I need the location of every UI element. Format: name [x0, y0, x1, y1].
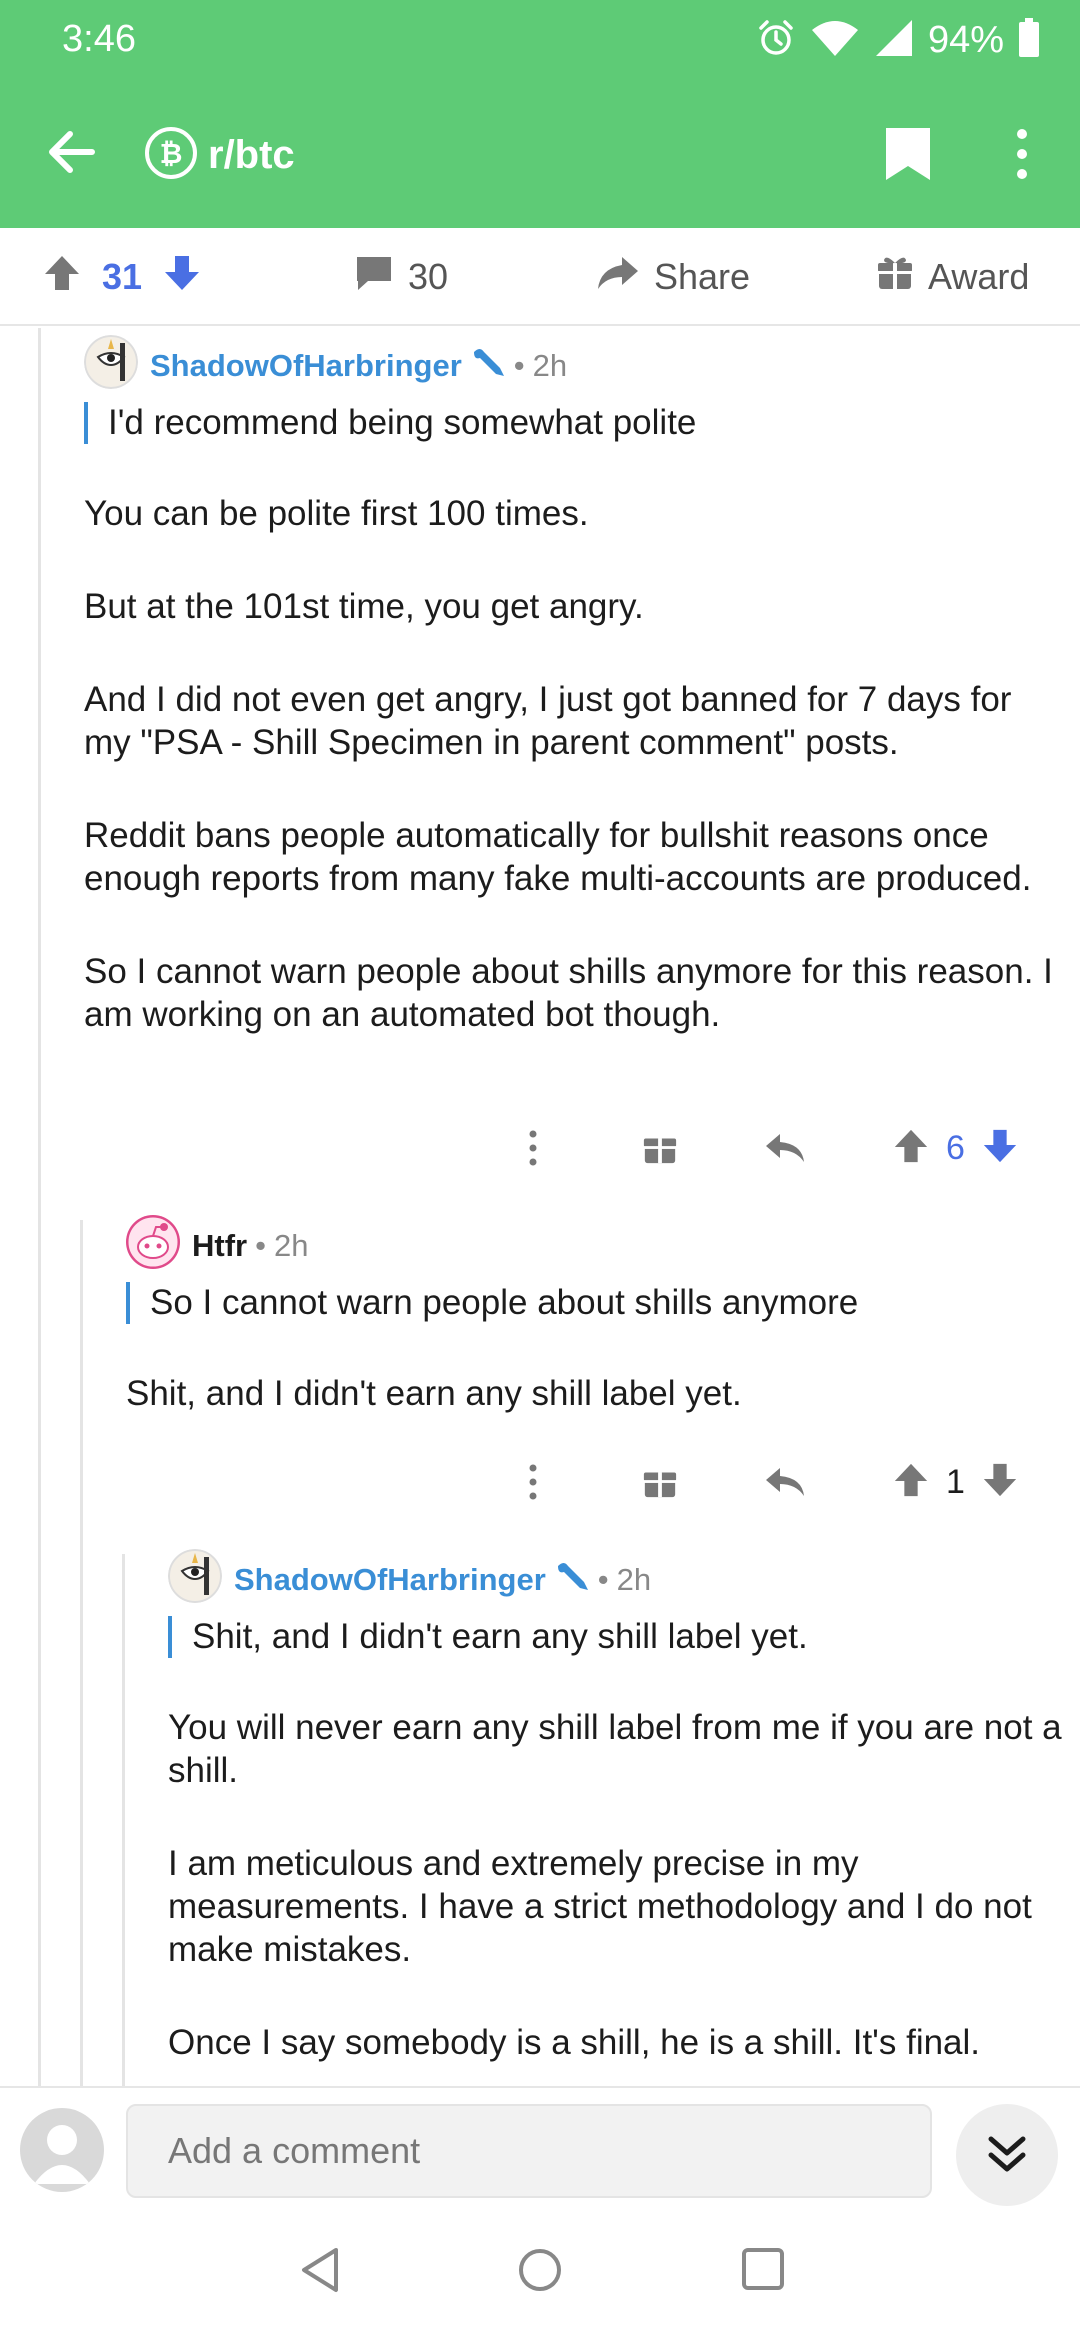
comment-paragraph: You will never earn any shill label from… [168, 1708, 1062, 1790]
downvote-icon[interactable] [981, 1461, 1019, 1504]
comment-paragraph: And I did not even get angry, I just got… [84, 680, 1012, 762]
wrench-icon [554, 1560, 590, 1600]
nav-recents-icon[interactable] [740, 2246, 786, 2297]
comment-bar: Add a comment [0, 2086, 1080, 2206]
upvote-icon[interactable] [42, 253, 82, 302]
comment-paragraph: You can be polite first 100 times. [84, 494, 589, 533]
battery-icon [1018, 17, 1040, 63]
nav-back-icon[interactable] [298, 2246, 342, 2299]
share-arrow-icon [596, 253, 640, 302]
comment-age: 2h [273, 1228, 309, 1263]
gift-icon [876, 254, 914, 301]
comment-paragraph: I am meticulous and extremely precise in… [168, 1844, 1032, 1969]
separator-dot: • [255, 1228, 266, 1263]
thread-line-depth-3[interactable] [122, 1554, 125, 2086]
avatar[interactable] [168, 1549, 234, 1611]
user-avatar[interactable] [20, 2108, 104, 2192]
gift-icon[interactable] [642, 1118, 678, 1178]
alarm-icon [756, 18, 796, 63]
svg-text:₿: ₿ [160, 138, 183, 169]
comment-age: 2h [532, 348, 568, 383]
app-bar: ₿ r/btc [0, 110, 1080, 194]
wifi-icon [810, 18, 860, 63]
comment-header: ShadowOfHarbringer • 2h [84, 335, 1064, 392]
gift-icon[interactable] [642, 1452, 678, 1512]
collapse-chevron-icon[interactable] [956, 2104, 1058, 2206]
comment-author[interactable]: ShadowOfHarbringer [150, 348, 462, 384]
comment-quote: So I cannot warn people about shills any… [126, 1282, 1066, 1324]
signal-icon [874, 18, 914, 63]
comment-author[interactable]: ShadowOfHarbringer [234, 1562, 546, 1598]
thread-line-depth-2[interactable] [80, 1220, 83, 2086]
comment-age: 2h [616, 1562, 652, 1597]
bitcoin-icon: ₿ [144, 126, 198, 185]
downvote-icon[interactable] [162, 253, 202, 302]
add-comment-input[interactable]: Add a comment [126, 2104, 932, 2198]
post-vote-group: 31 [42, 228, 202, 326]
post-score: 31 [102, 256, 143, 297]
comment-header: ShadowOfHarbringer • 2h [168, 1549, 1068, 1606]
status-bar: 3:46 94% [0, 0, 1080, 80]
comment-bubble-icon [354, 253, 394, 302]
comment-header: Htfr • 2h [125, 1214, 1066, 1272]
thread-line-depth-1[interactable] [38, 328, 41, 2086]
back-arrow-icon[interactable] [44, 124, 100, 180]
comments-count-button[interactable]: 30 [354, 228, 448, 326]
bookmark-icon[interactable] [884, 126, 932, 187]
comment: Htfr • 2h So I cannot warn people about … [125, 1214, 1066, 1415]
comment-paragraph: So I cannot warn people about shills any… [84, 952, 1053, 1034]
subreddit-title[interactable]: ₿ r/btc [144, 126, 295, 185]
comment-paragraph: Shit, and I didn't earn any shill label … [126, 1374, 742, 1413]
comment-quote: Shit, and I didn't earn any shill label … [168, 1616, 1068, 1658]
app-header: 3:46 94% ₿ r/btc [0, 0, 1080, 228]
more-vertical-icon[interactable] [1004, 126, 1040, 187]
comment-score: 6 [946, 1128, 965, 1167]
comment-thread: ShadowOfHarbringer • 2h I'd recommend be… [0, 328, 1080, 2086]
comment: ShadowOfHarbringer • 2h Shit, and I didn… [168, 1549, 1068, 2064]
award-button[interactable]: Award [876, 228, 1029, 326]
share-label: Share [654, 256, 751, 297]
comment-actions: 6 [0, 1118, 1080, 1178]
comment-paragraph: But at the 101st time, you get angry. [84, 587, 644, 626]
wrench-icon [470, 346, 506, 386]
separator-dot: • [513, 348, 525, 383]
comment-quote: I'd recommend being somewhat polite [84, 402, 1064, 444]
post-action-bar: 31 30 Share Award [0, 228, 1080, 326]
upvote-icon[interactable] [892, 1461, 930, 1504]
comment-paragraph: Once I say somebody is a shill, he is a … [168, 2023, 981, 2062]
comment-vote-group: 6 [892, 1118, 1019, 1178]
status-time: 3:46 [62, 18, 136, 60]
nav-home-icon[interactable] [516, 2246, 564, 2299]
status-icons: 94% [756, 16, 1040, 64]
comment: ShadowOfHarbringer • 2h I'd recommend be… [84, 335, 1064, 1036]
reply-icon[interactable] [764, 1452, 806, 1512]
more-options-icon[interactable] [518, 1452, 548, 1512]
subreddit-name: r/btc [208, 133, 295, 177]
reply-icon[interactable] [764, 1118, 806, 1178]
comment-author[interactable]: Htfr [192, 1228, 247, 1264]
more-options-icon[interactable] [518, 1118, 548, 1178]
avatar[interactable] [84, 335, 150, 397]
battery-percent: 94% [927, 18, 1004, 61]
upvote-icon[interactable] [892, 1127, 930, 1170]
award-label: Award [928, 256, 1030, 297]
avatar[interactable] [125, 1214, 192, 1277]
downvote-icon[interactable] [981, 1127, 1019, 1170]
comment-paragraph: Reddit bans people automatically for bul… [84, 816, 1032, 898]
comment-vote-group: 1 [892, 1452, 1019, 1512]
comments-count: 30 [408, 256, 449, 297]
comment-actions: 1 [0, 1452, 1080, 1512]
system-nav-bar [0, 2206, 1080, 2340]
comment-score: 1 [946, 1462, 965, 1501]
separator-dot: • [597, 1562, 609, 1597]
share-button[interactable]: Share [596, 228, 750, 326]
